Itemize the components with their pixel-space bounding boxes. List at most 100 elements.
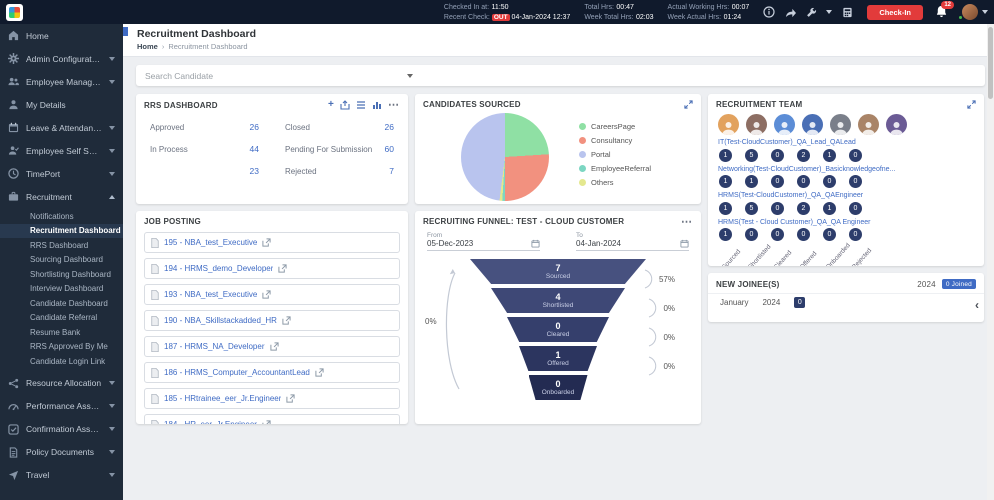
external-link-icon[interactable] [282, 316, 291, 325]
job-posting-link[interactable]: 190 - NBA_Skillstackadded_HR [164, 316, 277, 325]
count-badge[interactable]: 0 [771, 228, 784, 241]
count-badge[interactable]: 1 [719, 149, 732, 162]
search-input[interactable] [145, 71, 375, 81]
team-requisition-link[interactable]: HRMS(Test-CloudCustomer)_QA_QAEngineer [718, 191, 968, 200]
external-link-icon[interactable] [262, 420, 271, 424]
sidebar-item-my-details[interactable]: My Details [0, 93, 123, 116]
job-posting-link[interactable]: 194 - HRMS_demo_Developer [164, 264, 273, 273]
count-badge[interactable]: 1 [823, 202, 836, 215]
share-icon[interactable] [784, 6, 796, 18]
team-member-avatar[interactable] [746, 114, 767, 135]
more-icon[interactable]: ⋯ [681, 219, 693, 225]
add-icon[interactable]: + [328, 100, 334, 110]
external-link-icon[interactable] [278, 264, 287, 273]
count-badge[interactable]: 1 [719, 175, 732, 188]
count-badge[interactable]: 1 [745, 175, 758, 188]
team-member-avatar[interactable] [774, 114, 795, 135]
sidebar-item-resource-allocation[interactable]: Resource Allocation [0, 372, 123, 395]
search-caret-icon[interactable] [407, 74, 413, 78]
count-badge[interactable]: 5 [745, 202, 758, 215]
legend-item[interactable]: CareersPage [579, 119, 651, 133]
team-member-avatar[interactable] [802, 114, 823, 135]
sidebar-item-performance-assessment[interactable]: Performance Assessment [0, 395, 123, 418]
funnel-stage-offered[interactable]: 1Offered [519, 346, 597, 371]
vertical-scrollbar[interactable] [987, 24, 994, 500]
chart-view-icon[interactable] [372, 100, 382, 110]
export-icon[interactable] [340, 100, 350, 110]
sidebar-item-recruitment[interactable]: Recruitment [0, 185, 123, 208]
team-member-avatar[interactable] [858, 114, 879, 135]
sidebar-item-candidate-login-link[interactable]: Candidate Login Link [0, 354, 123, 369]
team-requisition-link[interactable]: Networking(Test-CloudCustomer)_Basicknow… [718, 165, 968, 174]
sidebar-item-rrs-dashboard[interactable]: RRS Dashboard [0, 238, 123, 253]
rrs-stat-value[interactable]: 44 [250, 144, 259, 154]
notifications-bell[interactable]: 12 [935, 5, 948, 20]
count-badge[interactable]: 0 [823, 228, 836, 241]
team-requisition-link[interactable]: HRMS(Test - Cloud Customer)_QA_QA Engine… [718, 218, 968, 227]
sidebar-item-employee-self-service[interactable]: Employee Self Service [0, 139, 123, 162]
count-badge[interactable]: 0 [849, 149, 862, 162]
job-posting-link[interactable]: 184 - HR_eer_Jr.Engineer [164, 420, 257, 424]
count-badge[interactable]: 1 [719, 228, 732, 241]
count-badge[interactable]: 1 [719, 202, 732, 215]
sidebar-item-notifications[interactable]: Notifications [0, 209, 123, 224]
date-from-picker[interactable]: 05-Dec-2023 [427, 239, 540, 251]
user-menu[interactable] [962, 4, 988, 20]
count-badge[interactable]: 0 [797, 228, 810, 241]
sourced-pie[interactable] [461, 113, 549, 201]
rrs-stat-value[interactable]: 23 [250, 166, 259, 176]
funnel-stage-sourced[interactable]: 7Sourced [470, 259, 646, 284]
wrench-icon[interactable] [805, 6, 817, 18]
count-badge[interactable]: 0 [849, 175, 862, 188]
apps-icon[interactable] [841, 6, 853, 18]
sidebar-item-leave-attendance[interactable]: Leave & Attendance [0, 116, 123, 139]
sidebar-item-resume-bank[interactable]: Resume Bank [0, 325, 123, 340]
legend-item[interactable]: EmployeeReferral [579, 161, 651, 175]
sidebar-item-home[interactable]: Home [0, 24, 123, 47]
breadcrumb-home[interactable]: Home [137, 42, 158, 51]
count-badge[interactable]: 0 [745, 228, 758, 241]
legend-item[interactable]: Portal [579, 147, 651, 161]
expand-icon[interactable] [684, 100, 693, 109]
sidebar-item-policy-documents[interactable]: Policy Documents [0, 441, 123, 464]
funnel-stage-shortlisted[interactable]: 4Shortlisted [491, 288, 625, 313]
expand-icon[interactable] [967, 100, 976, 109]
count-badge[interactable]: 1 [823, 149, 836, 162]
sidebar-item-confirmation-assessment[interactable]: Confirmation Assessment [0, 418, 123, 441]
list-view-icon[interactable] [356, 100, 366, 110]
check-in-button[interactable]: Check-In [867, 5, 923, 20]
funnel-stage-cleared[interactable]: 0Cleared [507, 317, 609, 342]
count-badge[interactable]: 0 [771, 175, 784, 188]
app-logo[interactable] [6, 4, 23, 21]
job-posting-link[interactable]: 193 - NBA_test_Executive [164, 290, 257, 299]
sidebar-item-interview-dashboard[interactable]: Interview Dashboard [0, 282, 123, 297]
legend-item[interactable]: Others [579, 175, 651, 189]
sidebar-item-candidate-dashboard[interactable]: Candidate Dashboard [0, 296, 123, 311]
external-link-icon[interactable] [286, 394, 295, 403]
month-count-badge[interactable]: 0 [794, 297, 805, 308]
external-link-icon[interactable] [262, 238, 271, 247]
job-posting-link[interactable]: 195 - NBA_test_Executive [164, 238, 257, 247]
sidebar-item-candidate-referral[interactable]: Candidate Referral [0, 311, 123, 326]
count-badge[interactable]: 2 [797, 149, 810, 162]
job-posting-link[interactable]: 187 - HRMS_NA_Developer [164, 342, 265, 351]
rrs-stat-value[interactable]: 26 [385, 122, 394, 132]
info-icon[interactable] [763, 6, 775, 18]
job-posting-link[interactable]: 186 - HRMS_Computer_AccountantLead [164, 368, 310, 377]
external-link-icon[interactable] [315, 368, 324, 377]
job-posting-link[interactable]: 185 - HRtrainee_eer_Jr.Engineer [164, 394, 281, 403]
count-badge[interactable]: 0 [771, 202, 784, 215]
funnel-stage-onboarded[interactable]: 0Onboarded [529, 375, 588, 400]
count-badge[interactable]: 0 [771, 149, 784, 162]
count-badge[interactable]: 0 [797, 175, 810, 188]
sidebar-item-shortlisting-dashboard[interactable]: Shortlisting Dashboard [0, 267, 123, 282]
sidebar-item-recruitment-dashboard[interactable]: Recruitment Dashboard [0, 224, 123, 239]
count-badge[interactable]: 2 [797, 202, 810, 215]
sidebar-item-sourcing-dashboard[interactable]: Sourcing Dashboard [0, 253, 123, 268]
sidebar-item-admin-configuration[interactable]: Admin Configuration [0, 47, 123, 70]
count-badge[interactable]: 0 [849, 202, 862, 215]
sidebar-item-rrs-approved-by-me[interactable]: RRS Approved By Me [0, 340, 123, 355]
external-link-icon[interactable] [270, 342, 279, 351]
sidebar-item-timeport[interactable]: TimePort [0, 162, 123, 185]
rrs-stat-value[interactable]: 26 [250, 122, 259, 132]
